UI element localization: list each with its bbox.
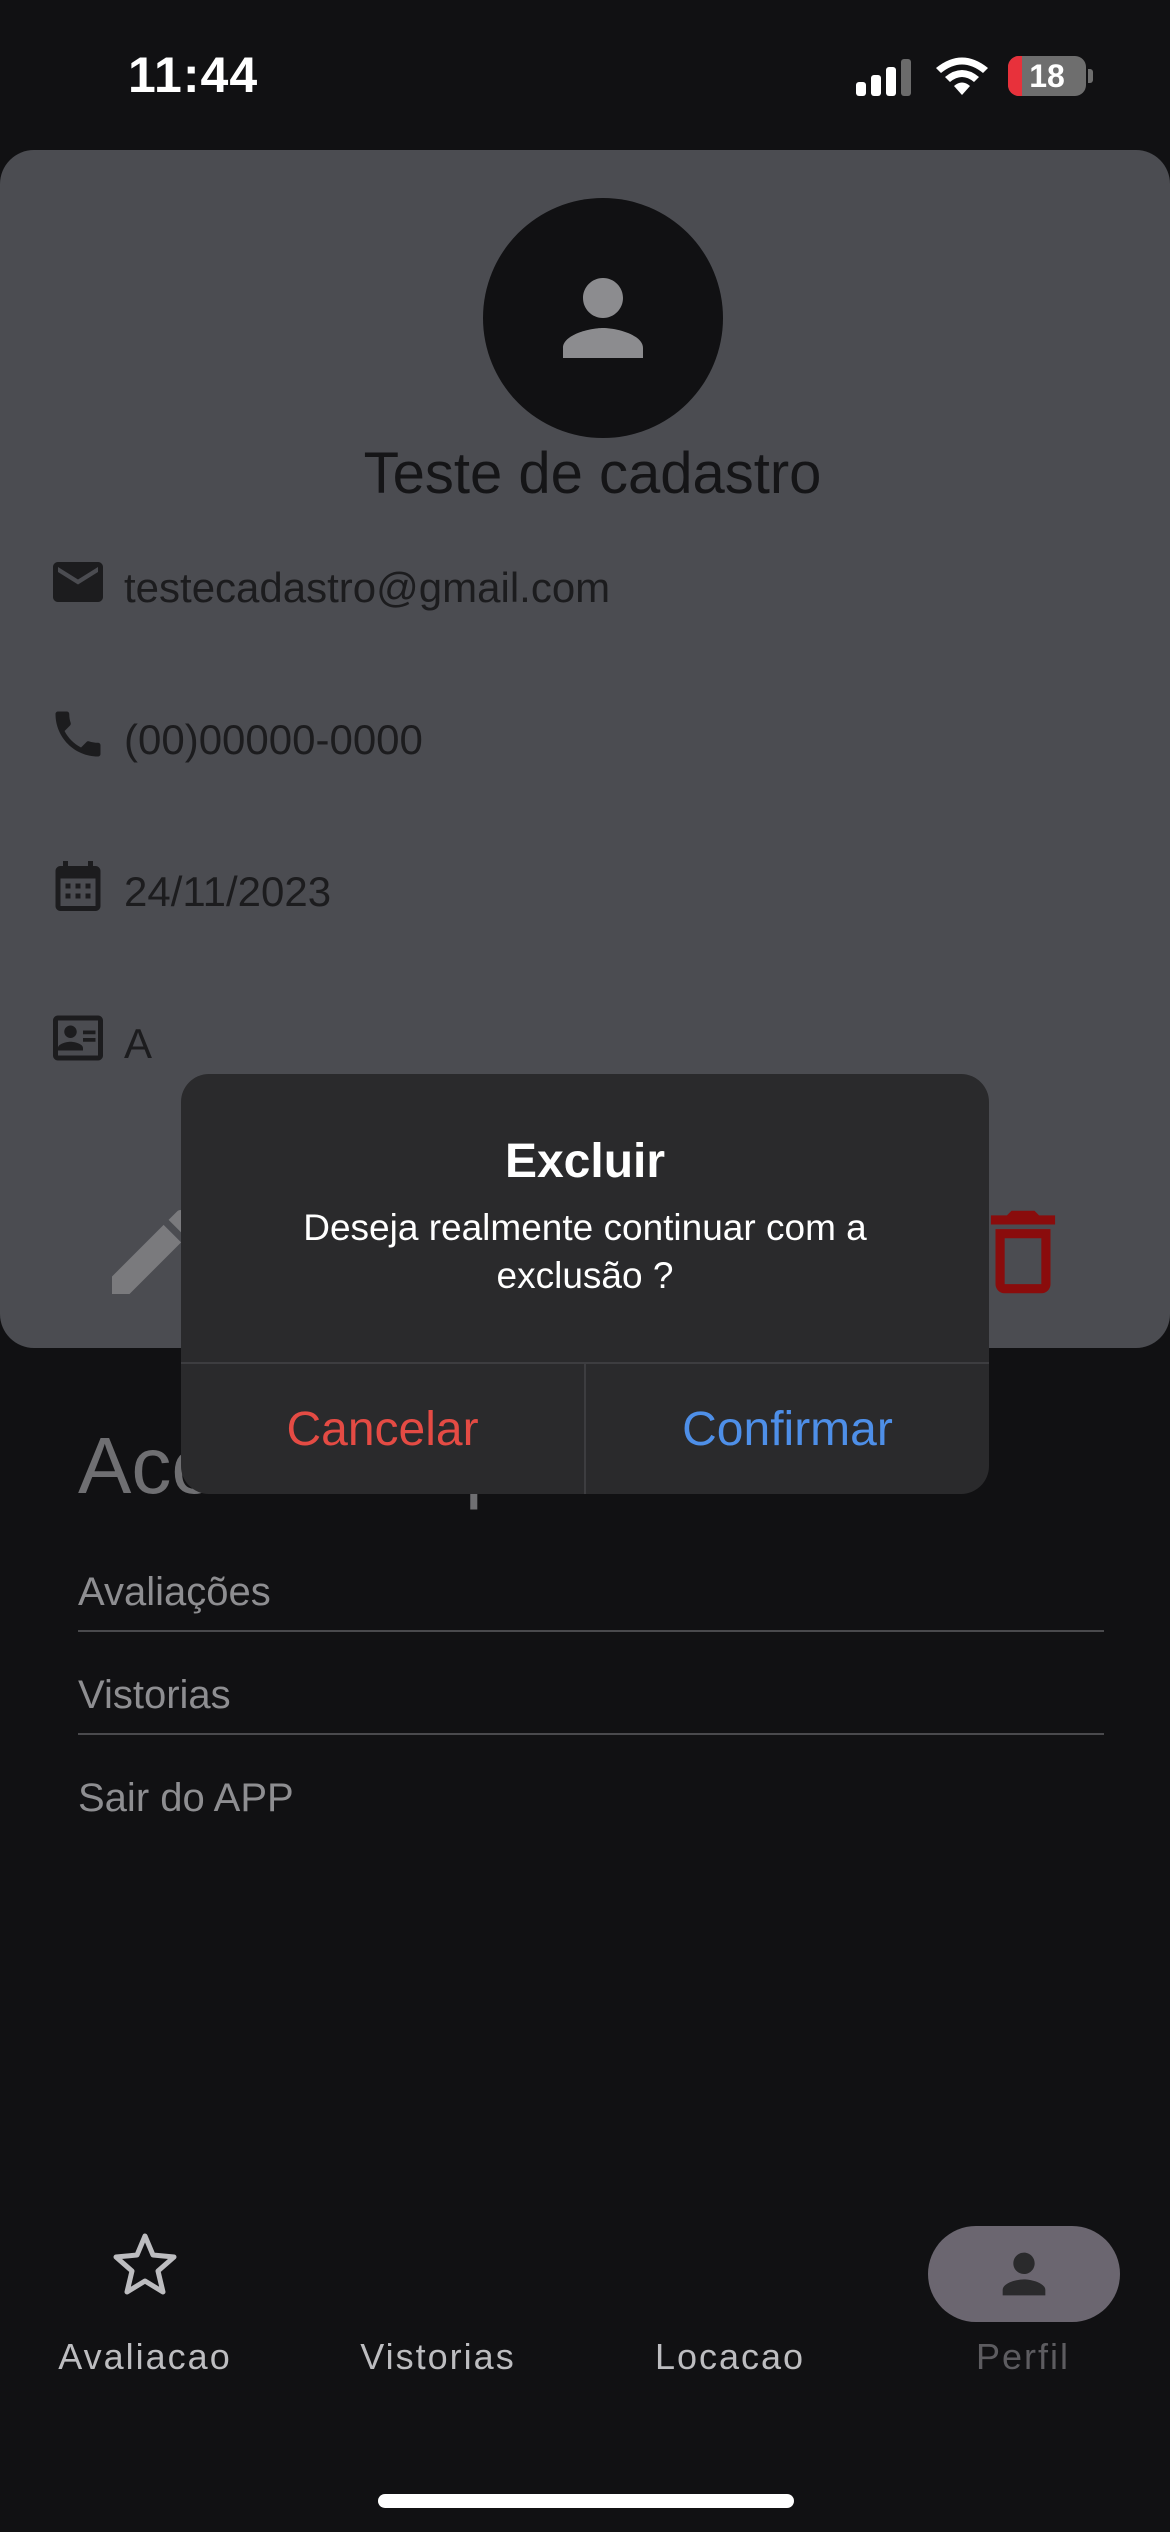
phone-icon — [55, 711, 101, 757]
quick-access-item-vistorias[interactable]: Vistorias — [78, 1673, 1104, 1777]
phone-row: (00)00000-0000 — [48, 704, 948, 784]
bottom-navigation: Avaliacao Vistorias Locacao Perfil — [0, 2210, 1170, 2410]
delete-confirmation-dialog: Excluir Deseja realmente continuar com a… — [181, 1074, 989, 1494]
nav-item-avaliacao[interactable]: Avaliacao — [15, 2210, 275, 2390]
star-icon — [113, 2233, 177, 2295]
dialog-message: Deseja realmente continuar com a exclusã… — [303, 1207, 867, 1296]
calendar-icon — [55, 861, 101, 911]
battery-level: 18 — [1029, 58, 1065, 94]
home-indicator — [378, 2494, 794, 2508]
quick-access-item-sair[interactable]: Sair do APP — [78, 1776, 1104, 1880]
status-bar: 11:44 18 — [0, 0, 1170, 150]
quick-access-label: Sair do APP — [78, 1776, 294, 1820]
nav-label: Locacao — [654, 2336, 806, 2377]
quick-access-item-avaliacoes[interactable]: Avaliações — [78, 1570, 1104, 1674]
status-time: 11:44 — [128, 47, 259, 103]
nav-label: Avaliacao — [58, 2336, 232, 2377]
document-value: A — [124, 1020, 153, 1067]
confirm-button[interactable]: Confirmar — [586, 1364, 989, 1494]
email-value: testecadastro@gmail.com — [124, 564, 611, 611]
avatar — [483, 198, 723, 438]
nav-label: Vistorias — [360, 2336, 516, 2377]
date-row: 24/11/2023 — [48, 856, 948, 936]
active-indicator — [928, 2226, 1120, 2322]
divider — [78, 1733, 1104, 1735]
wifi-icon — [936, 57, 988, 95]
phone-value: (00)00000-0000 — [124, 716, 423, 763]
nav-item-vistorias[interactable]: Vistorias — [308, 2210, 568, 2390]
nav-item-locacao[interactable]: Locacao — [600, 2210, 860, 2390]
date-value: 24/11/2023 — [124, 868, 332, 915]
dialog-title: Excluir — [504, 1135, 666, 1188]
profile-name: Teste de cadastro — [363, 441, 822, 506]
battery-icon: 18 — [1008, 56, 1093, 96]
person-icon — [1002, 2252, 1046, 2296]
divider — [78, 1630, 1104, 1632]
cancel-button[interactable]: Cancelar — [181, 1364, 584, 1494]
person-icon — [563, 278, 643, 358]
mail-icon — [53, 562, 103, 602]
nav-label: Perfil — [975, 2336, 1071, 2377]
email-row: testecadastro@gmail.com — [48, 552, 948, 632]
id-card-icon — [53, 1015, 103, 1061]
quick-access-label: Avaliações — [78, 1570, 271, 1614]
quick-access-label: Vistorias — [78, 1673, 231, 1717]
nav-item-perfil[interactable]: Perfil — [893, 2210, 1153, 2390]
cellular-signal-icon — [856, 58, 914, 96]
